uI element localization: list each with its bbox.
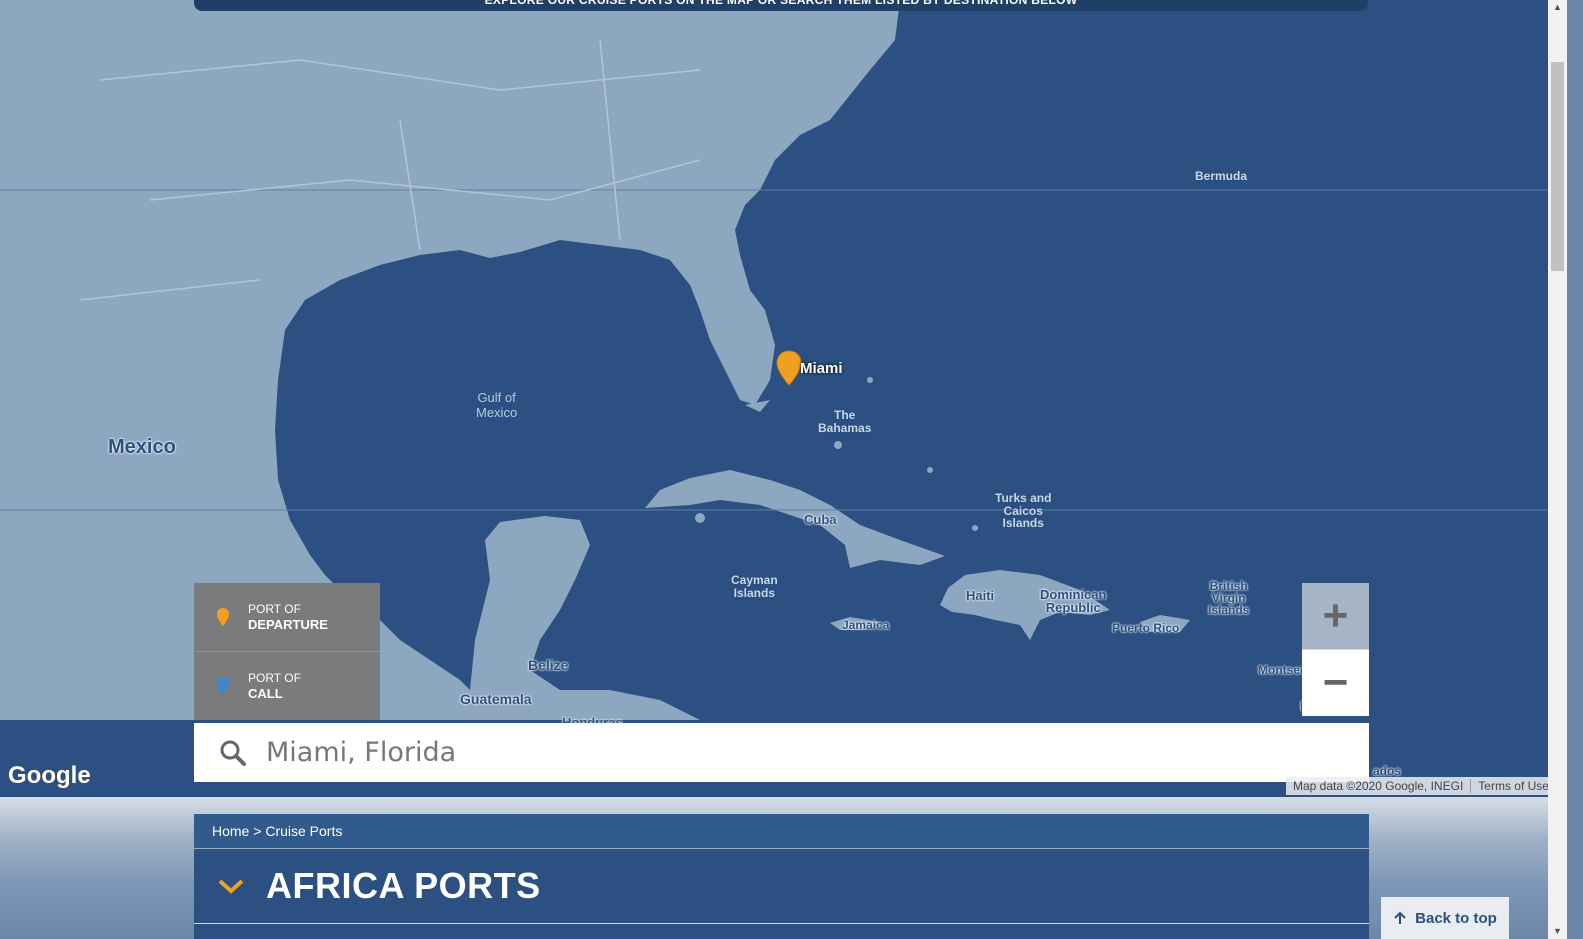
map-label-bermuda: Bermuda [1195, 169, 1248, 183]
breadcrumb-home[interactable]: Home [212, 823, 249, 839]
zoom-out-button[interactable]: − [1302, 650, 1369, 716]
breadcrumb: Home > Cruise Ports [194, 814, 1369, 848]
scrollbar-thumb[interactable] [1551, 62, 1564, 271]
legend-departure-line2: DEPARTURE [248, 617, 328, 632]
search-icon [220, 740, 246, 766]
search-bar [194, 723, 1369, 782]
back-to-top-button[interactable]: Back to top [1381, 897, 1509, 939]
map-label-haiti: Haiti [966, 588, 995, 603]
map-label-cuba: Cuba [804, 512, 837, 527]
map-label-puerto-rico: Puerto Rico [1112, 621, 1180, 635]
map-label-bvi: British Virgin Islands [1208, 579, 1250, 617]
map-label-barbados: ados [1373, 764, 1402, 778]
breadcrumb-current: Cruise Ports [265, 823, 343, 839]
map-label-bahamas: The Bahamas [818, 408, 872, 435]
zoom-in-button[interactable]: + [1302, 583, 1369, 650]
chevron-down-icon [218, 879, 244, 894]
legend-departure-line1: PORT OF [248, 602, 301, 616]
map-label-belize: Belize [528, 657, 569, 673]
map-legend: PORT OF DEPARTURE PORT OF CALL [194, 583, 380, 720]
map-label-cayman: Cayman Islands [731, 573, 778, 600]
breadcrumb-separator: > [249, 823, 266, 839]
map-label-jamaica: Jamaica [842, 618, 890, 632]
section-header-africa[interactable]: AFRICA PORTS [194, 849, 1369, 924]
map-label-dominican: Dominican Republic [1040, 587, 1107, 615]
call-marker-icon [217, 677, 229, 695]
legend-call: PORT OF CALL [194, 651, 380, 720]
map-attribution: Map data ©2020 Google, INEGI Terms of Us… [1286, 777, 1556, 795]
legend-call-line2: CALL [248, 686, 283, 701]
map-label-turks: Turks and Caicos Islands [995, 491, 1052, 531]
departure-marker-icon [217, 608, 229, 626]
departure-pin-icon[interactable] [776, 350, 802, 386]
page-scrollbar[interactable]: ▲ ▼ [1548, 0, 1567, 939]
ports-section: AFRICA PORTS [194, 849, 1369, 939]
map-label-gulf: Gulf of Mexico [476, 390, 518, 420]
google-logo: Google [8, 762, 91, 789]
arrow-up-icon [1394, 911, 1406, 924]
search-input[interactable] [264, 736, 1168, 769]
map-label-guatemala: Guatemala [460, 691, 532, 707]
pin-label: Miami [800, 360, 843, 377]
terms-link[interactable]: Terms of Use [1471, 779, 1556, 793]
scroll-up-icon[interactable]: ▲ [1553, 2, 1562, 12]
scroll-down-icon[interactable]: ▼ [1553, 926, 1562, 936]
map-banner: EXPLORE OUR CRUISE PORTS ON THE MAP OR S… [194, 0, 1368, 11]
map-label-mexico: Mexico [108, 436, 176, 458]
section-title: AFRICA PORTS [266, 865, 541, 906]
legend-call-line1: PORT OF [248, 671, 301, 685]
zoom-controls: + − [1302, 583, 1369, 716]
map-data-text: Map data ©2020 Google, INEGI [1293, 779, 1464, 793]
back-to-top-label: Back to top [1415, 909, 1497, 927]
legend-departure: PORT OF DEPARTURE [194, 583, 380, 651]
